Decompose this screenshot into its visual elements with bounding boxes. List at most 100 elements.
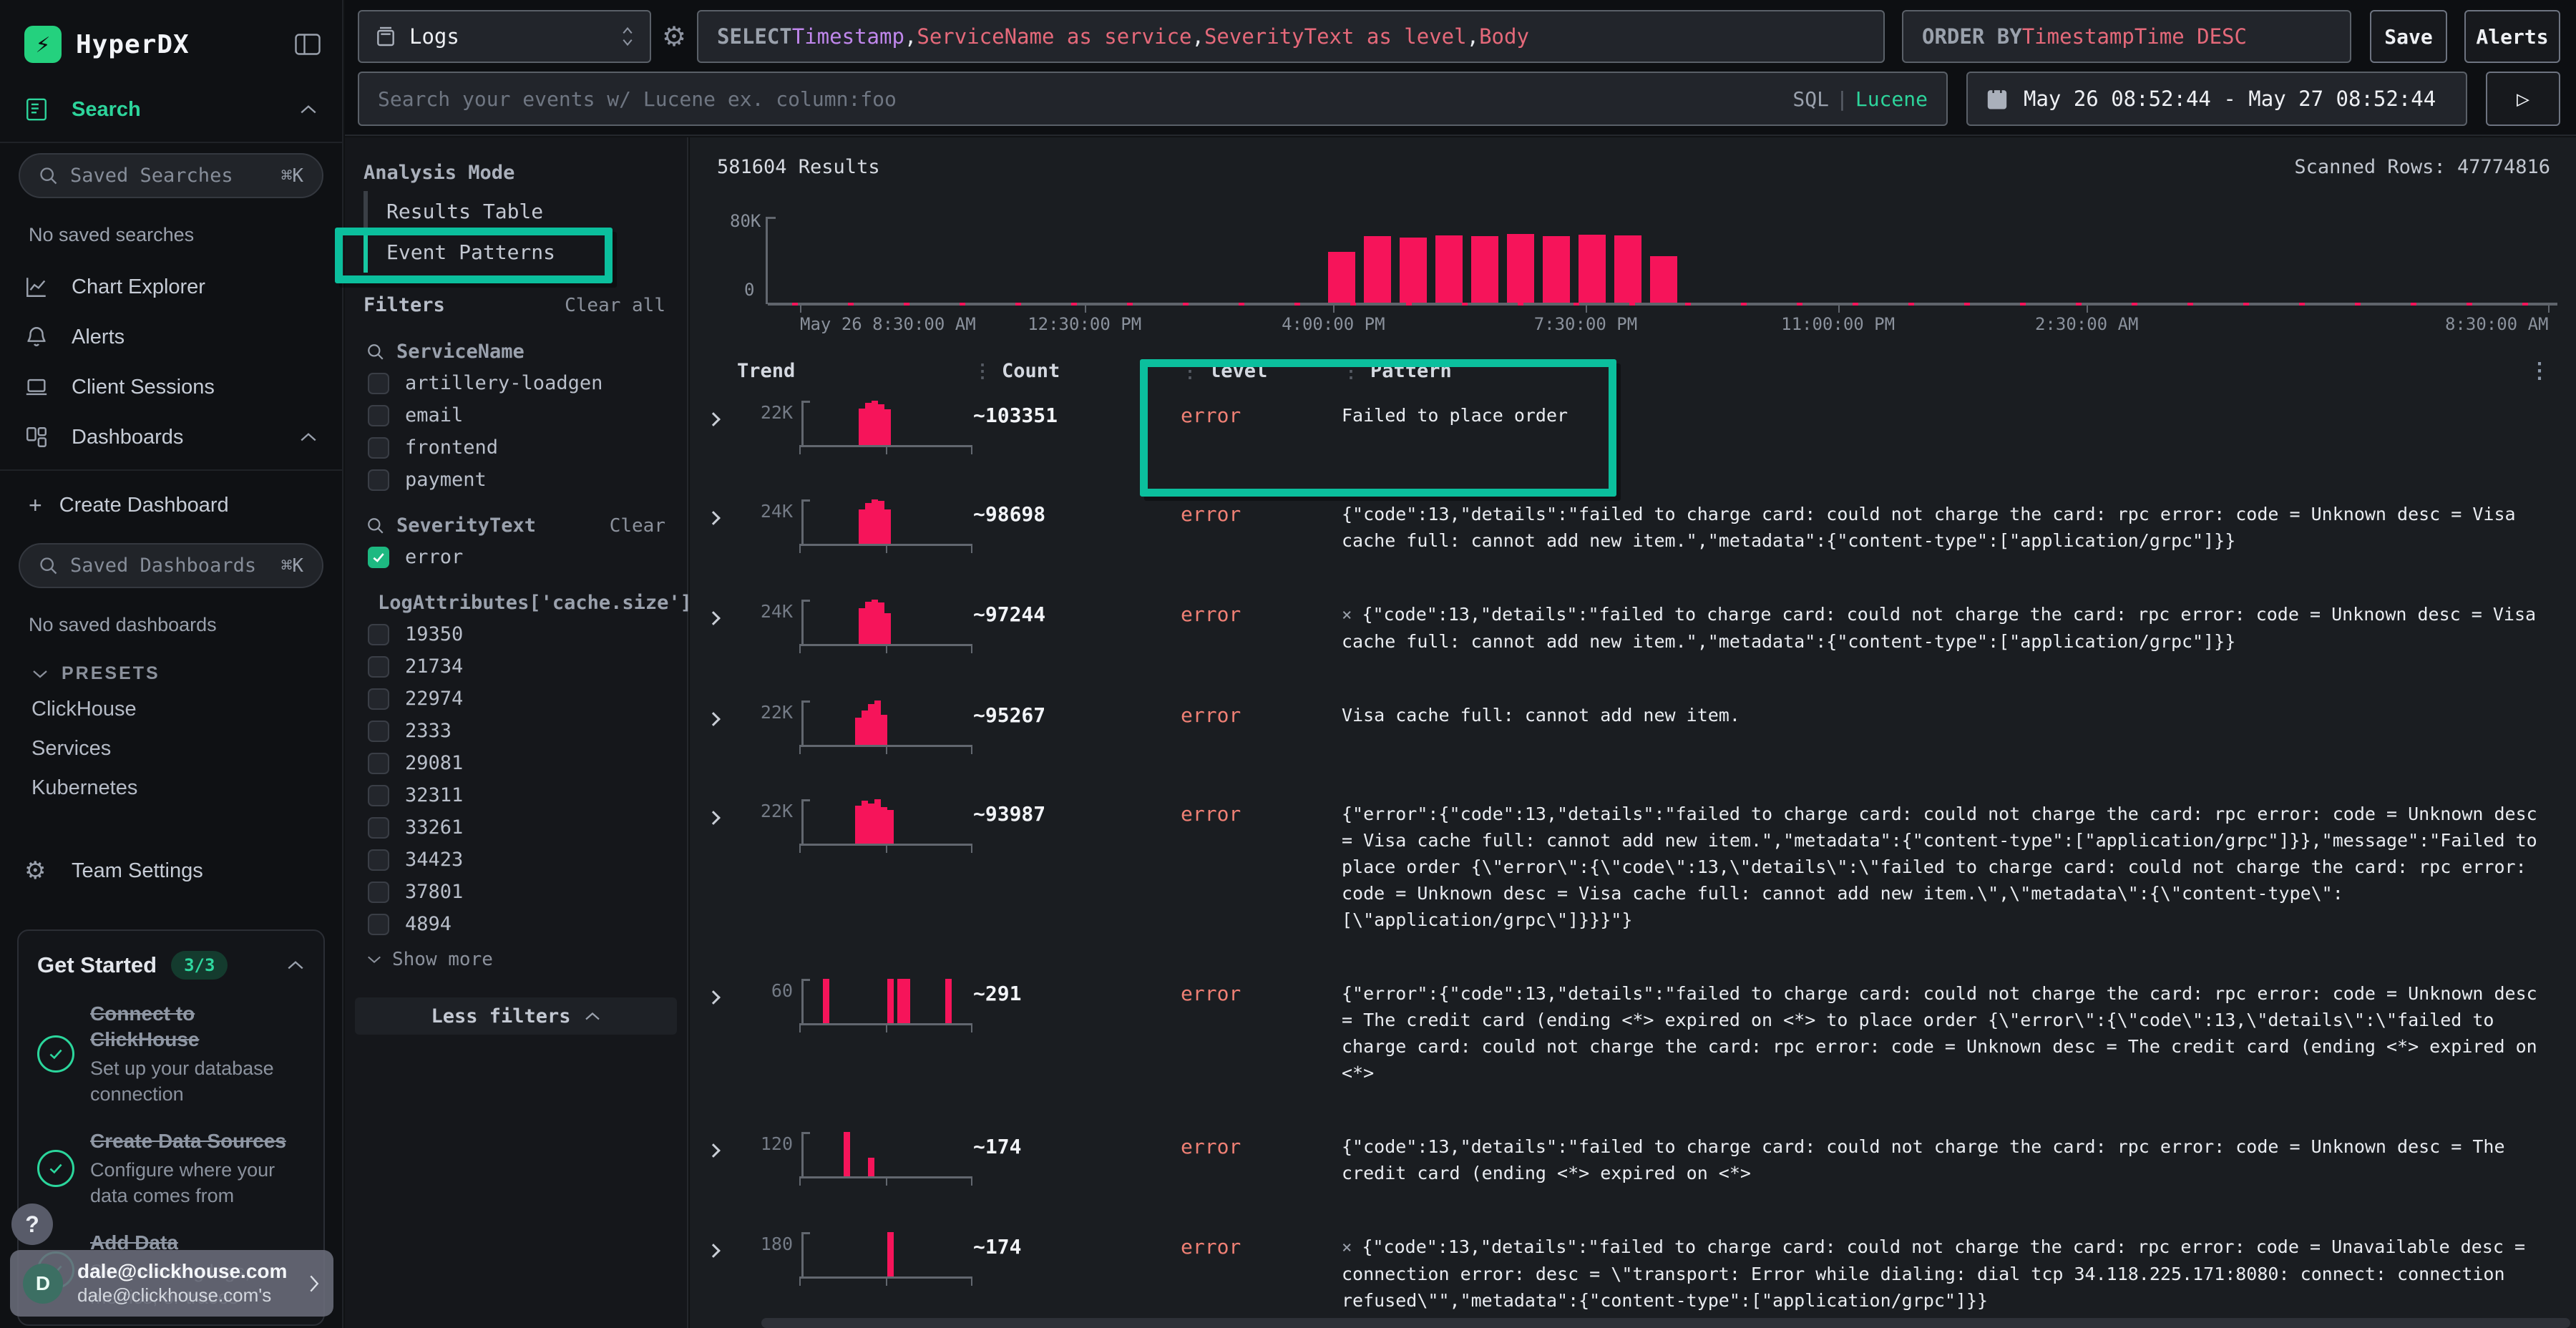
- expand-row-button[interactable]: [701, 600, 737, 626]
- mode-results-table[interactable]: Results Table: [364, 191, 687, 232]
- filter-option[interactable]: 33261: [345, 811, 687, 844]
- pattern-row[interactable]: 60 ~291 error ×{"error":{"code":13,"deta…: [690, 962, 2576, 1115]
- filter-option[interactable]: 4894: [345, 908, 687, 940]
- sidebar-collapse-icon[interactable]: [295, 34, 321, 55]
- filter-option[interactable]: artillery-loadgen: [345, 367, 687, 399]
- pattern-row[interactable]: 22K ~103351 error ×Failed to place order: [690, 384, 2576, 482]
- save-button[interactable]: Save: [2370, 10, 2447, 63]
- pattern-text[interactable]: ×{"code":13,"details":"failed to charge …: [1342, 1132, 2550, 1186]
- saved-searches-input[interactable]: Saved Searches ⌘K: [19, 153, 323, 198]
- filter-option[interactable]: payment: [345, 464, 687, 496]
- source-selector[interactable]: Logs: [358, 10, 651, 63]
- pattern-text[interactable]: ×{"code":13,"details":"failed to charge …: [1342, 499, 2550, 554]
- expand-row-button[interactable]: [701, 979, 737, 1005]
- checkbox: [368, 656, 389, 678]
- chevron-up-icon[interactable]: [286, 960, 305, 971]
- chevron-right-icon: [706, 990, 721, 1005]
- pattern-text[interactable]: ×{"code":13,"details":"failed to charge …: [1342, 1232, 2550, 1314]
- help-button[interactable]: ?: [11, 1204, 53, 1245]
- get-started-item[interactable]: Create Data Sources Configure where your…: [37, 1128, 305, 1209]
- chevron-up-icon[interactable]: [299, 104, 318, 115]
- pattern-row[interactable]: 22K ~95267 error ×Visa cache full: canno…: [690, 683, 2576, 782]
- sidebar-item-dashboards[interactable]: Dashboards: [0, 412, 342, 462]
- filter-option[interactable]: 34423: [345, 844, 687, 876]
- time-range-picker[interactable]: May 26 08:52:44 - May 27 08:52:44: [1966, 72, 2467, 126]
- sidebar-item-chart-explorer[interactable]: Chart Explorer: [0, 262, 342, 312]
- filter-option[interactable]: 29081: [345, 747, 687, 779]
- sidebar-item-team-settings[interactable]: ⚙ Team Settings: [0, 844, 342, 898]
- filter-option[interactable]: 37801: [345, 876, 687, 908]
- expand-row-button[interactable]: [701, 499, 737, 526]
- less-filters-button[interactable]: Less filters: [355, 997, 677, 1035]
- source-settings-gear-icon[interactable]: ⚙: [651, 10, 697, 63]
- filter-option[interactable]: 2333: [345, 715, 687, 747]
- show-more-button[interactable]: Show more: [345, 940, 687, 979]
- pattern-text[interactable]: ×{"code":13,"details":"failed to charge …: [1342, 600, 2550, 655]
- table-options-kebab-icon[interactable]: ⋮: [2529, 358, 2550, 384]
- y-axis-max-label: 80K: [730, 211, 761, 231]
- filter-option[interactable]: error: [345, 541, 687, 573]
- alerts-button[interactable]: Alerts: [2464, 10, 2560, 63]
- search-icon[interactable]: [366, 517, 385, 535]
- expand-row-button[interactable]: [701, 700, 737, 727]
- pattern-text[interactable]: ×{"error":{"code":13,"details":"failed t…: [1342, 979, 2550, 1086]
- preset-dashboard-link[interactable]: Services: [0, 729, 342, 768]
- user-menu[interactable]: D dale@clickhouse.com dale@clickhouse.co…: [10, 1250, 333, 1317]
- sidebar-item-alerts[interactable]: Alerts: [0, 312, 342, 362]
- create-dashboard-button[interactable]: + Create Dashboard: [0, 478, 342, 533]
- chevron-up-icon[interactable]: [299, 431, 318, 443]
- search-icon[interactable]: [366, 343, 385, 361]
- drag-handle-icon[interactable]: ⋮: [973, 361, 990, 382]
- select-query-input[interactable]: SELECT Timestamp, ServiceName as service…: [697, 10, 1885, 63]
- expand-row-button[interactable]: [701, 1232, 737, 1259]
- preset-dashboard-link[interactable]: ClickHouse: [0, 690, 342, 729]
- sidebar-item-client-sessions[interactable]: Client Sessions: [0, 362, 342, 412]
- saved-dashboards-input[interactable]: Saved Dashboards ⌘K: [19, 543, 323, 588]
- get-started-item-desc: Set up your database connection: [90, 1055, 305, 1107]
- divider: [0, 469, 342, 471]
- checkbox: [368, 373, 389, 394]
- pattern-row[interactable]: 180 ~174 error ×{"code":13,"details":"fa…: [690, 1215, 2576, 1328]
- get-started-item[interactable]: Connect to ClickHouse Set up your databa…: [37, 1001, 305, 1107]
- pattern-row[interactable]: 22K ~93987 error ×{"error":{"code":13,"d…: [690, 782, 2576, 962]
- run-query-button[interactable]: ▷: [2486, 72, 2560, 126]
- filter-option[interactable]: 22974: [345, 683, 687, 715]
- pattern-level: error: [1181, 979, 1342, 1005]
- pattern-text[interactable]: ×{"error":{"code":13,"details":"failed t…: [1342, 799, 2550, 933]
- clear-group-button[interactable]: Clear: [610, 515, 665, 537]
- pattern-row[interactable]: 24K ~97244 error ×{"code":13,"details":"…: [690, 582, 2576, 683]
- checkbox: [368, 849, 389, 871]
- search-input[interactable]: Search your events w/ Lucene ex. column:…: [358, 72, 1948, 126]
- filter-option[interactable]: 19350: [345, 618, 687, 650]
- pattern-row[interactable]: 120 ~174 error ×{"code":13,"details":"fa…: [690, 1115, 2576, 1215]
- results-histogram[interactable]: 80K 0 May 26 8:30:00 AM12:30:00 PM4:00:0…: [717, 185, 2563, 334]
- sidebar-item-label: Chart Explorer: [72, 275, 205, 299]
- user-email: dale@clickhouse.com: [77, 1260, 287, 1283]
- pattern-level: error: [1181, 1132, 1342, 1158]
- filter-option[interactable]: 32311: [345, 779, 687, 811]
- checkbox: [368, 469, 389, 491]
- clear-all-filters-button[interactable]: Clear all: [565, 295, 665, 316]
- filter-option[interactable]: frontend: [345, 431, 687, 464]
- expand-row-button[interactable]: [701, 799, 737, 826]
- scanned-rows: Scanned Rows: 47774816: [2294, 156, 2550, 178]
- filter-option[interactable]: email: [345, 399, 687, 431]
- sql-mode-toggle[interactable]: SQL: [1792, 87, 1829, 111]
- shortcut-badge: ⌘K: [281, 165, 303, 187]
- expand-row-button[interactable]: [701, 401, 737, 427]
- filter-option[interactable]: 21734: [345, 650, 687, 683]
- preset-dashboard-link[interactable]: Kubernetes: [0, 768, 342, 808]
- sparkline-ymax-label: 180: [737, 1232, 793, 1254]
- pattern-text[interactable]: ×Visa cache full: cannot add new item.: [1342, 700, 2550, 728]
- column-header-trend[interactable]: Trend: [737, 360, 973, 382]
- shortcut-badge: ⌘K: [281, 555, 303, 577]
- expand-row-button[interactable]: [701, 1132, 737, 1158]
- chevron-right-icon: [706, 1244, 721, 1258]
- order-by-input[interactable]: ORDER BY TimestampTime DESC: [1902, 10, 2351, 63]
- lucene-mode-toggle[interactable]: Lucene: [1855, 87, 1928, 111]
- pattern-row[interactable]: 24K ~98698 error ×{"code":13,"details":"…: [690, 482, 2576, 582]
- sidebar-item-search[interactable]: Search: [0, 84, 342, 135]
- presets-toggle[interactable]: PRESETS: [0, 652, 342, 690]
- horizontal-scrollbar[interactable]: [761, 1318, 2570, 1328]
- pattern-level: error: [1181, 499, 1342, 526]
